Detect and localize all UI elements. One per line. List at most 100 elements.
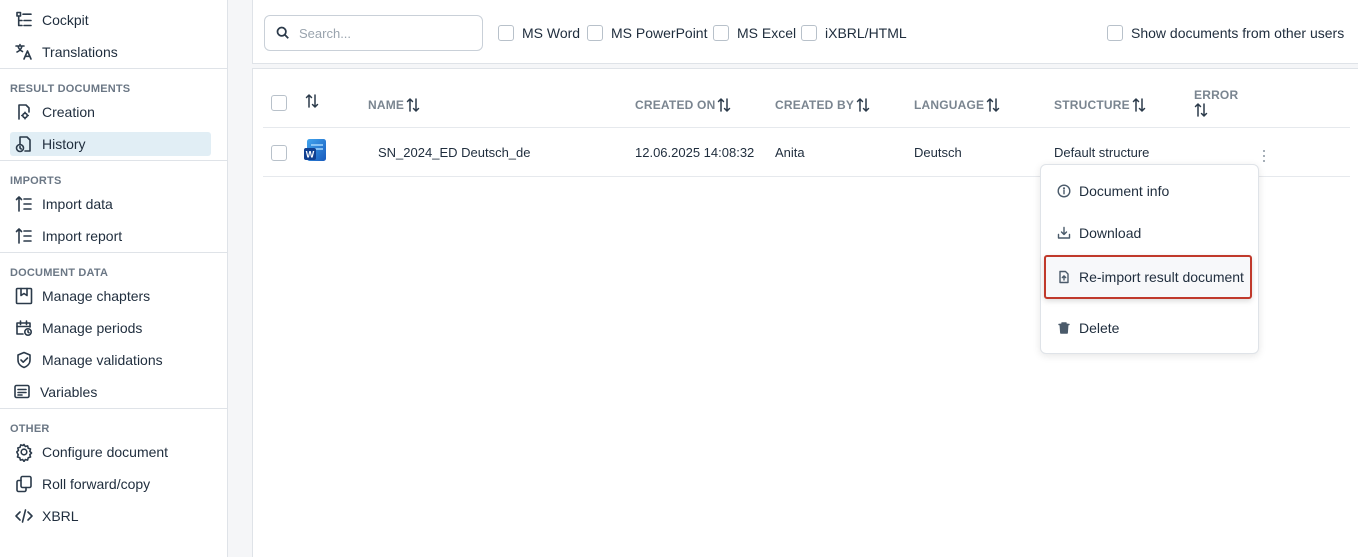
sidebar-item-cockpit[interactable]: Cockpit bbox=[10, 8, 211, 32]
ms-word-icon: W bbox=[303, 138, 327, 162]
section-title-document-data: DOCUMENT DATA bbox=[10, 267, 109, 279]
checkbox[interactable] bbox=[498, 25, 514, 41]
cell-language: Deutsch bbox=[914, 145, 962, 160]
code-icon bbox=[12, 504, 36, 528]
dot bbox=[1263, 160, 1265, 162]
sidebar-item-roll-forward-copy[interactable]: Roll forward/copy bbox=[10, 472, 211, 496]
sort-icon[interactable] bbox=[305, 93, 319, 109]
divider bbox=[0, 160, 227, 161]
column-header-label: LANGUAGE bbox=[914, 98, 985, 112]
info-icon bbox=[1056, 183, 1072, 199]
import-list-icon bbox=[12, 224, 36, 248]
filter-ms-powerpoint[interactable]: MS PowerPoint bbox=[587, 25, 707, 41]
column-header-structure[interactable]: STRUCTURE bbox=[1054, 97, 1146, 113]
menu-item-label: Document info bbox=[1079, 183, 1170, 199]
filter-label: MS Word bbox=[522, 25, 581, 41]
filter-ms-excel[interactable]: MS Excel bbox=[713, 25, 796, 41]
checkbox[interactable] bbox=[801, 25, 817, 41]
sidebar-item-manage-chapters[interactable]: Manage chapters bbox=[10, 284, 211, 308]
row-actions-button[interactable] bbox=[1260, 148, 1268, 164]
row-actions-menu: Document info Download Re-import result … bbox=[1040, 164, 1259, 354]
calendar-clock-icon bbox=[12, 316, 36, 340]
sidebar-item-label: Variables bbox=[40, 384, 98, 400]
tree-list-icon bbox=[12, 8, 36, 32]
sidebar-item-label: Manage chapters bbox=[42, 288, 151, 304]
sidebar-item-import-report[interactable]: Import report bbox=[10, 224, 211, 248]
download-icon bbox=[1056, 225, 1072, 241]
sort-icon[interactable] bbox=[717, 97, 731, 113]
search-input[interactable] bbox=[299, 25, 469, 41]
column-header-created-on[interactable]: CREATED ON bbox=[635, 97, 731, 113]
sidebar-item-manage-validations[interactable]: Manage validations bbox=[10, 348, 211, 372]
sidebar-item-history[interactable]: History bbox=[10, 132, 211, 156]
sort-icon[interactable] bbox=[986, 97, 1000, 113]
sidebar-item-translations[interactable]: Translations bbox=[10, 40, 211, 64]
sidebar: Cockpit Translations RESULT DOCUMENTS Cr… bbox=[0, 0, 228, 557]
sidebar-item-label: Configure document bbox=[42, 444, 169, 460]
section-title-other: OTHER bbox=[10, 423, 50, 435]
bookmark-icon bbox=[12, 284, 36, 308]
divider bbox=[0, 68, 227, 69]
cell-structure: Default structure bbox=[1054, 145, 1150, 160]
filter-ixbrl-html[interactable]: iXBRL/HTML bbox=[801, 25, 907, 41]
column-header-language[interactable]: LANGUAGE bbox=[914, 97, 1000, 113]
column-header-name[interactable]: NAME bbox=[368, 97, 420, 113]
trash-icon bbox=[1056, 320, 1072, 336]
menu-item-label: Re-import result document bbox=[1079, 269, 1244, 285]
sidebar-item-label: Manage validations bbox=[42, 352, 163, 368]
filter-show-other-users[interactable]: Show documents from other users bbox=[1107, 25, 1344, 41]
import-list-icon bbox=[12, 192, 36, 216]
dot bbox=[1263, 150, 1265, 152]
svg-text:W: W bbox=[306, 150, 315, 160]
document-gear-icon bbox=[12, 100, 36, 124]
sidebar-item-creation[interactable]: Creation bbox=[10, 100, 211, 124]
divider bbox=[0, 252, 227, 253]
checkbox[interactable] bbox=[713, 25, 729, 41]
sidebar-item-label: History bbox=[42, 136, 86, 152]
section-title-result-documents: RESULT DOCUMENTS bbox=[10, 83, 131, 95]
column-header-created-by[interactable]: CREATED BY bbox=[775, 97, 870, 113]
filter-label: MS PowerPoint bbox=[611, 25, 708, 41]
shield-check-icon bbox=[12, 348, 36, 372]
menu-item-document-info[interactable]: Document info bbox=[1049, 174, 1251, 208]
gear-icon bbox=[12, 440, 36, 464]
filter-label: Show documents from other users bbox=[1131, 25, 1345, 41]
sidebar-item-label: Creation bbox=[42, 104, 95, 120]
column-header-label: CREATED ON bbox=[635, 98, 716, 112]
sidebar-item-import-data[interactable]: Import data bbox=[10, 192, 211, 216]
sidebar-item-label: Manage periods bbox=[42, 320, 143, 336]
file-upload-icon bbox=[1056, 269, 1072, 285]
sidebar-item-xbrl[interactable]: XBRL bbox=[10, 504, 211, 528]
sort-icon[interactable] bbox=[856, 97, 870, 113]
search-box[interactable] bbox=[264, 15, 483, 51]
filter-label: iXBRL/HTML bbox=[825, 25, 907, 41]
select-all-checkbox[interactable] bbox=[271, 95, 287, 111]
column-header-label: ERROR bbox=[1194, 88, 1239, 102]
menu-item-download[interactable]: Download bbox=[1049, 216, 1251, 250]
menu-item-reimport-result-document[interactable]: Re-import result document bbox=[1044, 255, 1252, 299]
sidebar-item-configure-document[interactable]: Configure document bbox=[10, 440, 211, 464]
sidebar-item-label: Roll forward/copy bbox=[42, 476, 151, 492]
sort-icon[interactable] bbox=[1194, 102, 1208, 118]
cell-name[interactable]: SN_2024_ED Deutsch_de bbox=[378, 145, 531, 160]
search-icon bbox=[276, 26, 289, 39]
cell-created-by: Anita bbox=[775, 145, 805, 160]
filter-label: MS Excel bbox=[737, 25, 797, 41]
checkbox[interactable] bbox=[587, 25, 603, 41]
sidebar-item-label: XBRL bbox=[42, 508, 79, 524]
menu-item-label: Delete bbox=[1079, 320, 1120, 336]
sidebar-item-label: Import report bbox=[42, 228, 123, 244]
divider bbox=[0, 408, 227, 409]
row-checkbox[interactable] bbox=[271, 145, 287, 161]
filter-ms-word[interactable]: MS Word bbox=[498, 25, 580, 41]
column-header-error[interactable]: ERROR bbox=[1194, 88, 1238, 118]
section-title-imports: IMPORTS bbox=[10, 175, 62, 187]
sidebar-item-label: Translations bbox=[42, 44, 118, 60]
checkbox[interactable] bbox=[1107, 25, 1123, 41]
column-header-label: STRUCTURE bbox=[1054, 98, 1130, 112]
menu-item-delete[interactable]: Delete bbox=[1049, 311, 1251, 345]
sidebar-item-manage-periods[interactable]: Manage periods bbox=[10, 316, 211, 340]
sidebar-item-variables[interactable]: Variables bbox=[10, 380, 211, 404]
sort-icon[interactable] bbox=[1132, 97, 1146, 113]
sort-icon[interactable] bbox=[406, 97, 420, 113]
